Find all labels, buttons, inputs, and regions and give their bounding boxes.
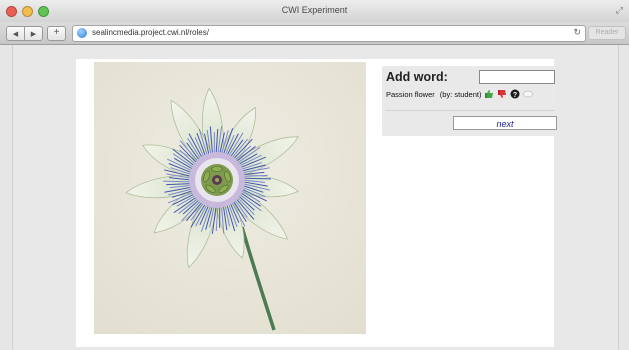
reader-button[interactable]: Reader [588, 26, 626, 40]
anther [211, 166, 223, 172]
thumbs-down-icon[interactable] [497, 89, 507, 99]
add-word-input[interactable] [479, 70, 555, 84]
tag-name: Passion flower [386, 89, 435, 99]
url-text: sealincmedia.project.cwi.nl/roles/ [92, 28, 209, 37]
nav-buttons: ◀ ▶ [6, 26, 43, 41]
globe-icon [77, 28, 87, 38]
tag-author: (by: student) [439, 89, 482, 99]
tag-row: Passion flower (by: student) ? [386, 89, 534, 99]
content-box: Add word: Passion flower (by: student) ? [76, 59, 557, 347]
browser-toolbar: ◀ ▶ + sealincmedia.project.cwi.nl/roles/… [0, 22, 629, 45]
add-word-label: Add word: [386, 70, 448, 84]
fullscreen-icon[interactable]: ⤢ [616, 5, 623, 16]
back-button[interactable]: ◀ [6, 26, 25, 41]
svg-text:?: ? [513, 92, 517, 99]
add-bookmark-button[interactable]: + [47, 26, 66, 41]
flower-illustration [94, 62, 366, 334]
title-bar: CWI Experiment ⤢ [0, 0, 629, 23]
forward-button[interactable]: ▶ [25, 26, 43, 41]
question-icon[interactable]: ? [510, 89, 520, 99]
address-bar[interactable]: sealincmedia.project.cwi.nl/roles/ ↻ [72, 25, 586, 42]
toggle-icon[interactable] [523, 89, 534, 99]
thumbs-up-icon[interactable] [484, 89, 494, 99]
reload-icon[interactable]: ↻ [573, 27, 581, 38]
passion-flower-painting [94, 62, 366, 334]
window-title: CWI Experiment [281, 5, 348, 15]
page-area: Add word: Passion flower (by: student) ? [12, 45, 619, 350]
next-button[interactable]: next [453, 116, 557, 130]
panel-divider [385, 110, 554, 111]
tag-panel: Add word: Passion flower (by: student) ? [382, 66, 557, 136]
